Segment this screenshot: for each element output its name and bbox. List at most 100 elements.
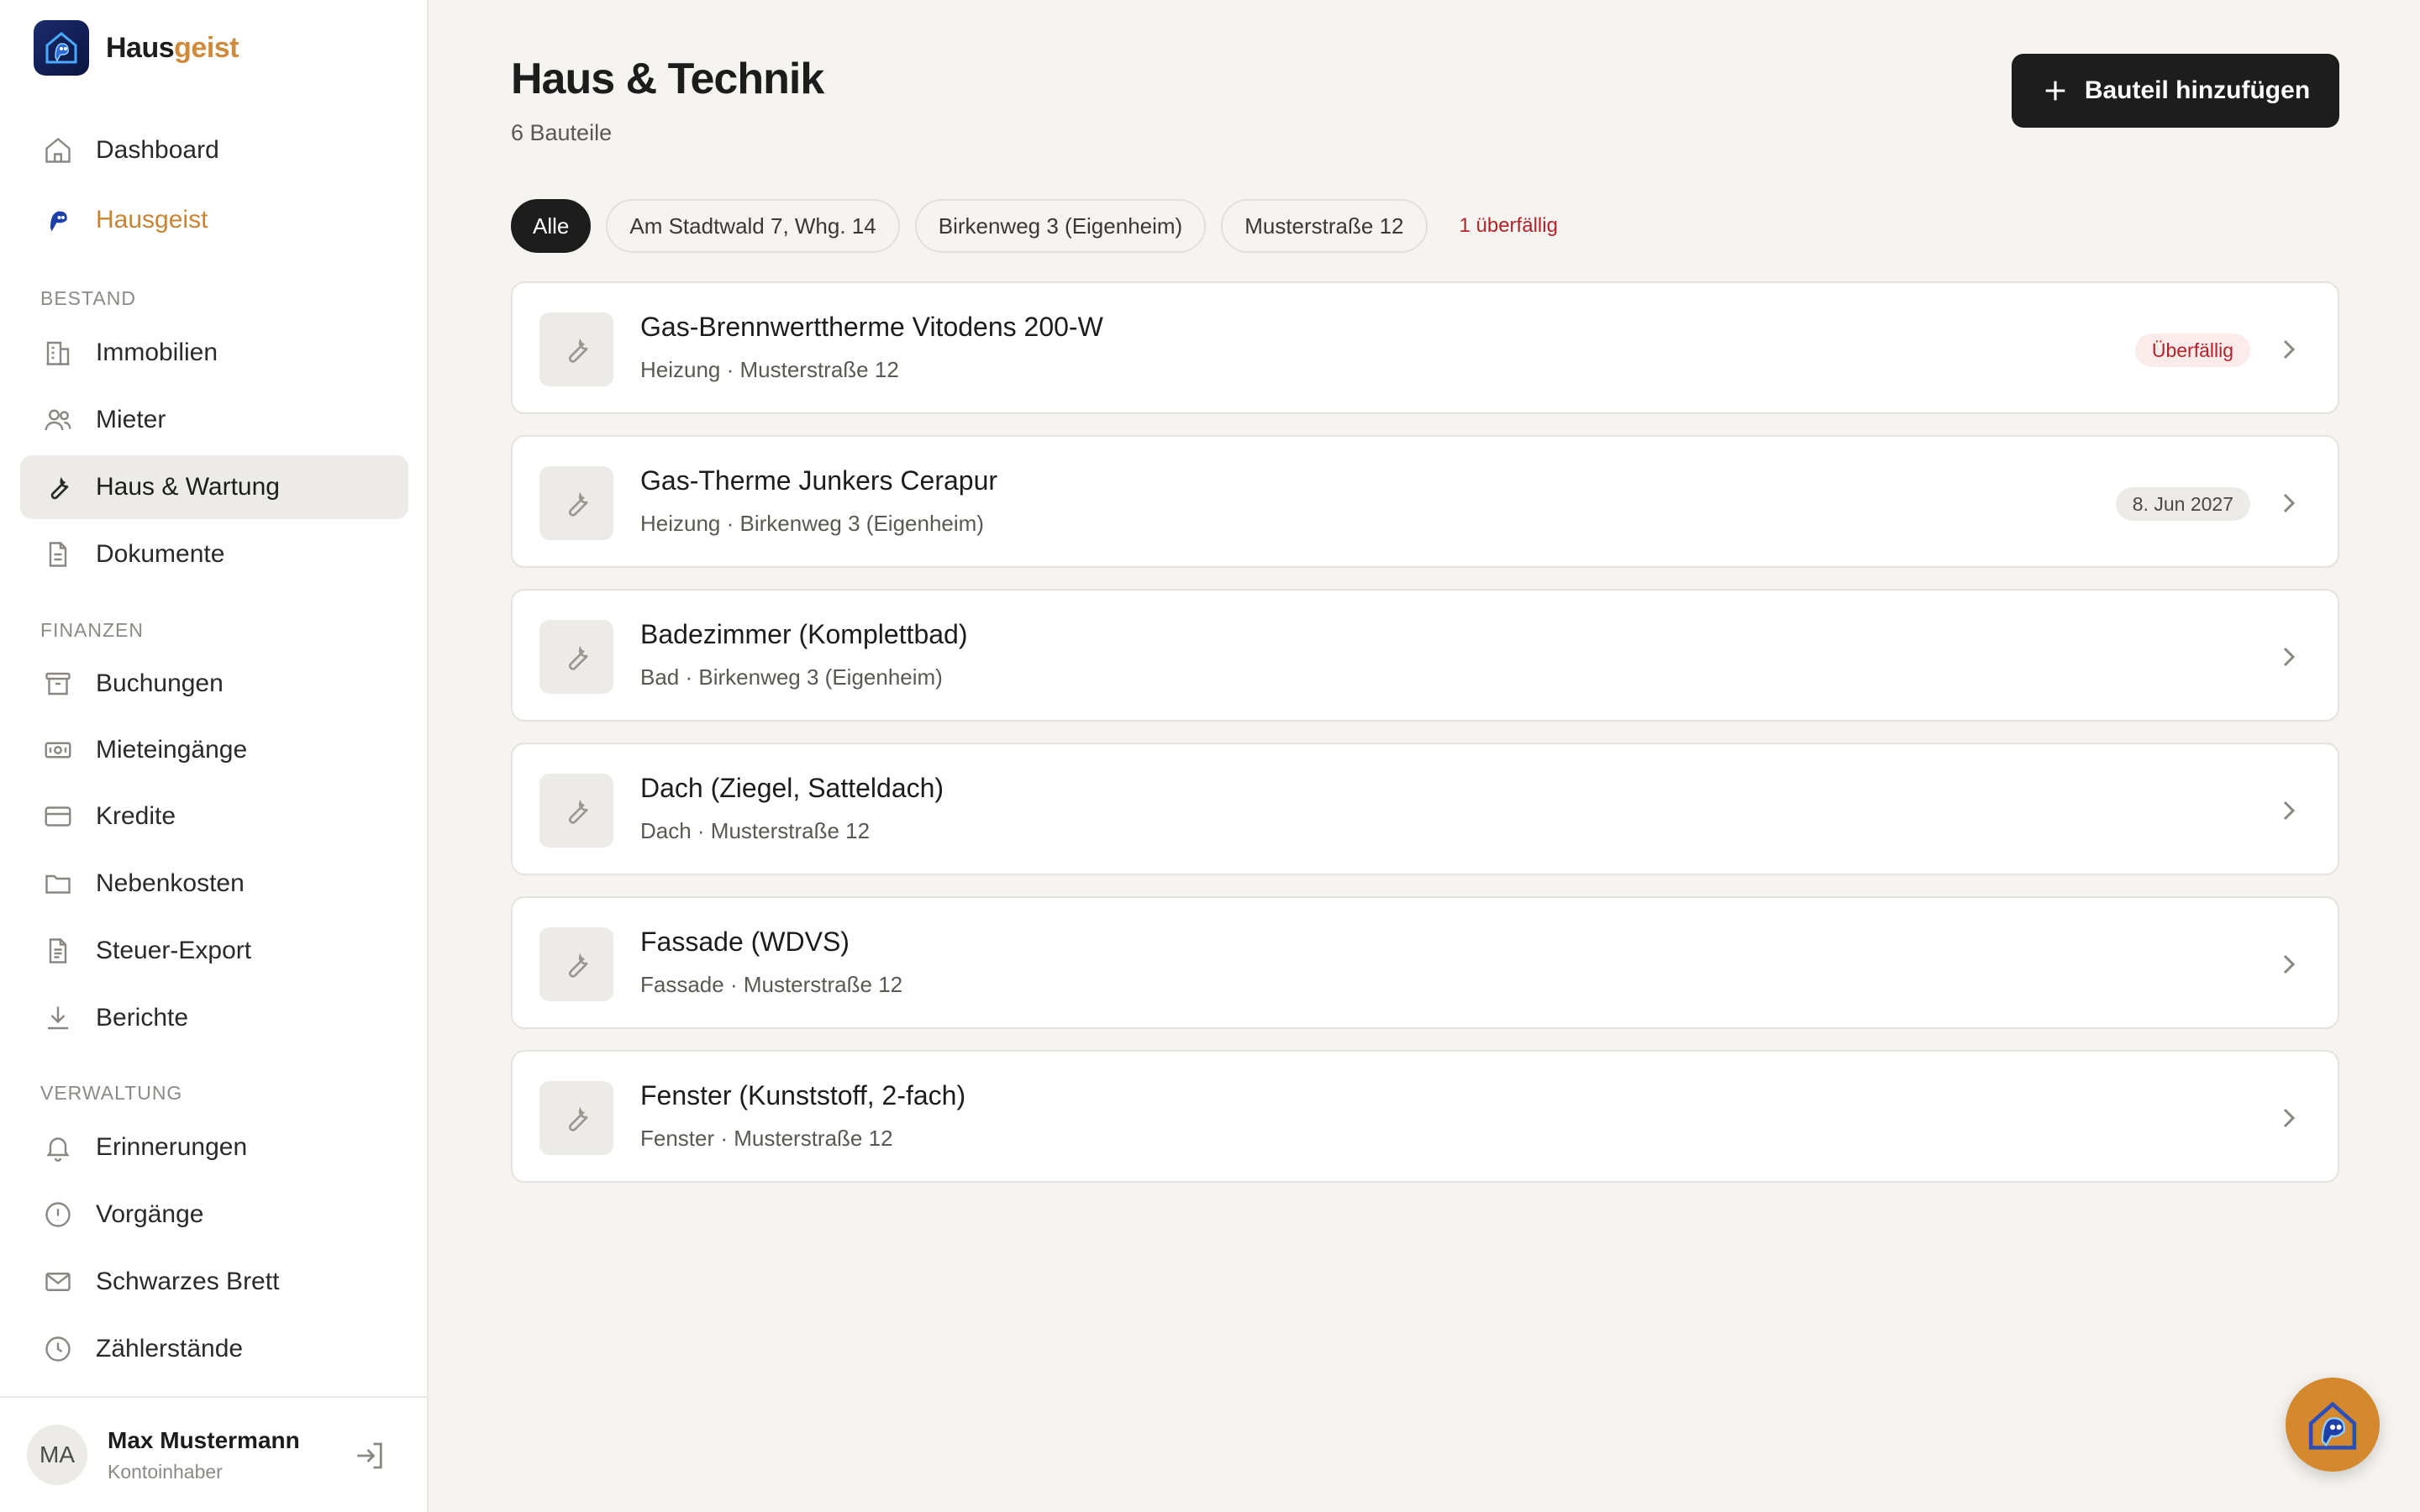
- component-meta: Fassade · Musterstraße 12: [640, 972, 903, 997]
- component-card[interactable]: Dach (Ziegel, Satteldach) Dach · Musters…: [511, 743, 2339, 875]
- logout-icon[interactable]: [353, 1438, 388, 1473]
- component-card[interactable]: Badezimmer (Komplettbad) Bad · Birkenweg…: [511, 589, 2339, 722]
- property-filter-bar: Alle Am Stadtwald 7, Whg. 14 Birkenweg 3…: [511, 199, 1558, 253]
- wrench-icon: [539, 1081, 613, 1155]
- sidebar-item-hausgeist[interactable]: Hausgeist: [20, 188, 408, 252]
- sidebar-item-label: Schwarzes Brett: [96, 1268, 280, 1295]
- sidebar-item-mieter[interactable]: Mieter: [20, 388, 408, 452]
- sidebar-item-dashboard[interactable]: Dashboard: [20, 118, 408, 182]
- sidebar-item-label: Mieteingänge: [96, 736, 248, 764]
- user-role: Kontoinhaber: [108, 1460, 223, 1483]
- users-icon: [42, 404, 74, 436]
- sidebar-item-kredite[interactable]: Kredite: [20, 785, 408, 848]
- sidebar-item-erinnerungen[interactable]: Erinnerungen: [20, 1116, 408, 1179]
- chevron-right-icon: [2272, 948, 2306, 981]
- wrench-icon: [539, 620, 613, 694]
- wrench-icon: [42, 471, 74, 503]
- sidebar-item-zaehlerstaende[interactable]: Zählerstände: [20, 1317, 408, 1381]
- chevron-right-icon: [2272, 333, 2306, 366]
- sidebar-item-label: Zählerstände: [96, 1335, 244, 1362]
- archive-icon: [42, 668, 74, 700]
- sidebar-item-label: Mieter: [96, 406, 166, 433]
- alert-circle-icon: [42, 1199, 74, 1231]
- chevron-right-icon: [2272, 640, 2306, 674]
- hausgeist-logo-icon: [34, 20, 89, 76]
- status-badge: Überfällig: [2134, 333, 2250, 367]
- component-meta: Fenster · Musterstraße 12: [640, 1126, 893, 1151]
- sidebar-item-label: Erinnerungen: [96, 1133, 248, 1161]
- filter-chip-musterstrasse[interactable]: Musterstraße 12: [1221, 199, 1428, 253]
- component-title: Gas-Brennwerttherme Vitodens 200-W: [640, 312, 1103, 342]
- due-date-badge: 8. Jun 2027: [2115, 487, 2250, 521]
- credit-card-icon: [42, 801, 74, 832]
- document-icon: [42, 538, 74, 570]
- chevron-right-icon: [2272, 794, 2306, 827]
- sidebar-item-label: Dokumente: [96, 540, 225, 568]
- brand-name: Hausgeist: [106, 31, 239, 64]
- component-title: Dach (Ziegel, Satteldach): [640, 773, 944, 803]
- section-label-bestand: BESTAND: [40, 287, 136, 309]
- component-card[interactable]: Fenster (Kunststoff, 2-fach) Fenster · M…: [511, 1050, 2339, 1183]
- component-meta: Heizung · Birkenweg 3 (Eigenheim): [640, 511, 984, 536]
- wrench-icon: [539, 927, 613, 1001]
- sidebar-item-label: Kredite: [96, 802, 176, 830]
- sidebar-item-berichte[interactable]: Berichte: [20, 986, 408, 1050]
- wrench-icon: [539, 466, 613, 540]
- sidebar-item-label: Buchungen: [96, 669, 224, 697]
- home-icon: [42, 134, 74, 166]
- component-count: 6 Bauteile: [511, 120, 613, 145]
- sidebar-item-mieteingaenge[interactable]: Mieteingänge: [20, 718, 408, 782]
- chevron-right-icon: [2272, 1101, 2306, 1135]
- component-title: Fassade (WDVS): [640, 927, 850, 957]
- chevron-right-icon: [2272, 486, 2306, 520]
- building-icon: [42, 337, 74, 369]
- component-title: Fenster (Kunststoff, 2-fach): [640, 1080, 966, 1110]
- hausgeist-assistant-button[interactable]: [2286, 1378, 2380, 1472]
- sidebar-item-label: Dashboard: [96, 136, 219, 164]
- file-text-icon: [42, 935, 74, 967]
- sidebar-item-label: Immobilien: [96, 339, 218, 366]
- sidebar-item-label: Steuer-Export: [96, 937, 252, 964]
- sidebar-item-label: Hausgeist: [96, 206, 208, 234]
- hausgeist-ghost-icon: [2308, 1401, 2357, 1450]
- plus-icon: [2041, 76, 2070, 105]
- section-label-verwaltung: VERWALTUNG: [40, 1082, 183, 1104]
- avatar[interactable]: MA: [27, 1425, 87, 1485]
- sidebar-item-schwarzes-brett[interactable]: Schwarzes Brett: [20, 1250, 408, 1314]
- component-meta: Heizung · Musterstraße 12: [640, 357, 899, 382]
- sidebar-item-steuer-export[interactable]: Steuer-Export: [20, 919, 408, 983]
- hausgeist-icon: [42, 204, 74, 236]
- sidebar-item-label: Haus & Wartung: [96, 473, 280, 501]
- sidebar: Hausgeist Dashboard Hausgeist BESTAND Im…: [0, 0, 429, 1512]
- page-title: Haus & Technik: [511, 55, 824, 103]
- filter-chip-alle[interactable]: Alle: [511, 199, 592, 253]
- component-meta: Dach · Musterstraße 12: [640, 818, 871, 843]
- filter-chip-am-stadtwald[interactable]: Am Stadtwald 7, Whg. 14: [606, 199, 900, 253]
- add-component-label: Bauteil hinzufügen: [2084, 76, 2311, 104]
- sidebar-item-immobilien[interactable]: Immobilien: [20, 321, 408, 385]
- component-card[interactable]: Gas-Therme Junkers Cerapur Heizung · Bir…: [511, 435, 2339, 568]
- component-card[interactable]: Gas-Brennwerttherme Vitodens 200-W Heizu…: [511, 281, 2339, 414]
- sidebar-item-label: Berichte: [96, 1004, 189, 1032]
- sidebar-item-haus-wartung[interactable]: Haus & Wartung: [20, 455, 408, 519]
- mail-icon: [42, 1266, 74, 1298]
- overdue-filter[interactable]: 1 überfällig: [1460, 214, 1558, 238]
- section-label-finanzen: FINANZEN: [40, 619, 144, 641]
- sidebar-item-vorgaenge[interactable]: Vorgänge: [20, 1183, 408, 1247]
- sidebar-item-buchungen[interactable]: Buchungen: [20, 652, 408, 716]
- banknote-icon: [42, 734, 74, 766]
- sidebar-item-dokumente[interactable]: Dokumente: [20, 522, 408, 586]
- clock-icon: [42, 1333, 74, 1365]
- add-component-button[interactable]: Bauteil hinzufügen: [2012, 54, 2339, 128]
- filter-chip-birkenweg[interactable]: Birkenweg 3 (Eigenheim): [914, 199, 1207, 253]
- sidebar-item-label: Nebenkosten: [96, 869, 245, 897]
- component-card[interactable]: Fassade (WDVS) Fassade · Musterstraße 12: [511, 896, 2339, 1029]
- folder-icon: [42, 868, 74, 900]
- brand[interactable]: Hausgeist: [34, 20, 239, 76]
- sidebar-item-nebenkosten[interactable]: Nebenkosten: [20, 852, 408, 916]
- component-meta: Bad · Birkenweg 3 (Eigenheim): [640, 664, 943, 690]
- bell-icon: [42, 1131, 74, 1163]
- sidebar-item-label: Vorgänge: [96, 1200, 204, 1228]
- wrench-icon: [539, 774, 613, 848]
- component-title: Badezimmer (Komplettbad): [640, 619, 968, 649]
